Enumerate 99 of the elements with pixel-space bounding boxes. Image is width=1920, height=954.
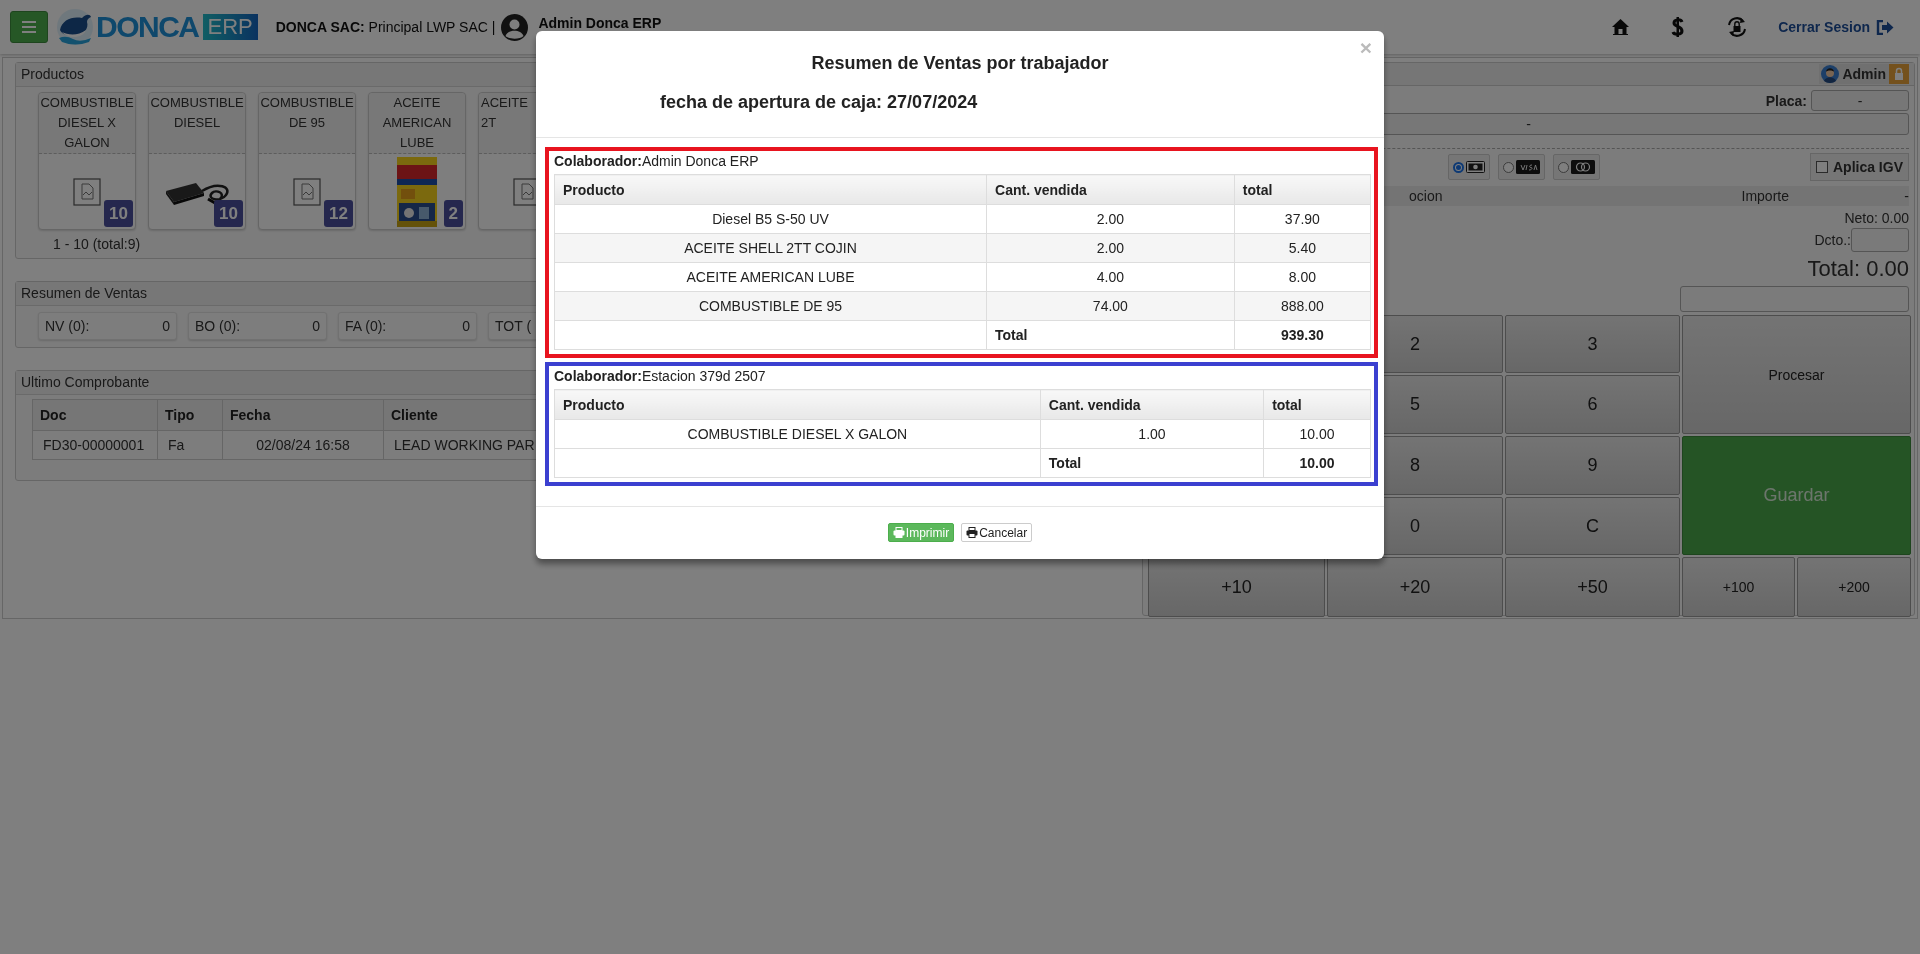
- opening-date: fecha de apertura de caja: 27/07/2024: [660, 91, 979, 114]
- menu-icon: [22, 21, 36, 33]
- column-header: ocion: [1409, 187, 1444, 206]
- table-cell: 8.00: [1288, 269, 1316, 285]
- pagination-label: 1 - 10 (total:9): [53, 236, 141, 252]
- brand-tag: ERP: [202, 14, 258, 40]
- dollar-icon: [1671, 16, 1685, 38]
- payment-option[interactable]: [1448, 154, 1490, 180]
- table-cell: 888.00: [1280, 298, 1324, 314]
- keypad-key[interactable]: 6: [1505, 375, 1680, 434]
- total-value: 939.30: [1280, 327, 1324, 343]
- product-card[interactable]: COMBUSTIBLE DIESEL X GALON 10: [38, 92, 136, 230]
- summary-label: TOT (: [495, 318, 532, 334]
- product-name: ACEITE AMERICAN LUBE: [369, 93, 465, 154]
- logout-link[interactable]: Cerrar Sesion: [1778, 19, 1894, 35]
- keypad-key[interactable]: 3: [1505, 315, 1680, 373]
- radio-button[interactable]: [1558, 161, 1569, 173]
- column-header: Fecha: [222, 399, 384, 431]
- keypad-key[interactable]: C: [1505, 497, 1680, 555]
- table-cell: ACEITE AMERICAN LUBE: [686, 269, 855, 285]
- column-header: total: [1234, 174, 1371, 205]
- stock-badge: 10: [104, 200, 133, 227]
- total-amount: Total: 0.00: [1807, 255, 1909, 283]
- company-label: DONCA SAC: Principal LWP SAC |: [275, 19, 496, 35]
- print-button[interactable]: Imprimir: [887, 523, 955, 542]
- table-cell: Diesel B5 S-50 UV: [712, 211, 829, 227]
- table-cell: 4.00: [1096, 269, 1124, 285]
- net-amount: Neto: 0.00: [1844, 210, 1909, 226]
- summary-label: FA (0):: [345, 318, 387, 334]
- whale-logo-icon: [56, 8, 94, 46]
- column-header: Cant. vendida: [986, 174, 1235, 205]
- column-header: -: [1903, 187, 1909, 206]
- avatar-icon: [501, 13, 529, 41]
- amount-field[interactable]: [1680, 286, 1909, 312]
- radio-button[interactable]: [1503, 161, 1514, 173]
- table-cell: 5.40: [1288, 240, 1316, 256]
- column-header: Importe: [1741, 187, 1789, 206]
- keypad-key[interactable]: +20: [1327, 557, 1503, 617]
- home-icon: [1612, 19, 1630, 35]
- lock-refresh-icon: [1726, 16, 1749, 38]
- cash-icon: [1466, 161, 1485, 173]
- sign-out-icon: [1876, 19, 1894, 35]
- card-icon: [1516, 160, 1540, 174]
- field-label: Dcto.:: [1814, 232, 1851, 248]
- printer-icon: [966, 527, 979, 538]
- stock-badge: 12: [324, 200, 353, 227]
- image-placeholder-icon: [73, 177, 101, 206]
- table-cell: 02/08/24 16:58: [222, 430, 384, 460]
- product-name: COMBUSTIBLE DIESEL: [149, 93, 245, 154]
- product-card[interactable]: COMBUSTIBLE DE 95 12: [258, 92, 356, 230]
- menu-button[interactable]: [10, 11, 48, 43]
- payment-option[interactable]: [1553, 154, 1600, 180]
- discount-field[interactable]: [1851, 228, 1909, 252]
- summary-label: BO (0):: [195, 318, 241, 334]
- keypad-key[interactable]: 9: [1505, 436, 1680, 495]
- igv-checkbox[interactable]: Aplica IGV: [1809, 153, 1909, 181]
- keypad-key[interactable]: +50: [1505, 557, 1680, 617]
- keypad-key[interactable]: +100: [1682, 557, 1795, 617]
- summary-value: 0: [312, 318, 320, 334]
- card-icon: [1571, 160, 1595, 174]
- user-name: Admin: [1842, 66, 1886, 82]
- product-name: COMBUSTIBLE DE 95: [259, 93, 355, 154]
- table-cell: 2.00: [1096, 211, 1124, 227]
- column-header: Cant. vendida: [1040, 389, 1264, 420]
- column-header: Producto: [554, 174, 987, 205]
- summary-value: 0: [462, 318, 470, 334]
- product-card[interactable]: COMBUSTIBLE DIESEL 10: [148, 92, 246, 230]
- table-cell: 37.90: [1284, 211, 1320, 227]
- image-placeholder-icon: [293, 177, 321, 206]
- total-label: Total: [1048, 455, 1082, 471]
- user-avatar-icon: [1821, 65, 1840, 83]
- column-header: Doc: [32, 399, 158, 431]
- brand-name: DONCA: [96, 10, 199, 44]
- user-name: Admin Donca ERP: [538, 15, 662, 31]
- radio-button[interactable]: [1453, 161, 1464, 173]
- column-header: Tipo: [157, 399, 223, 431]
- product-card[interactable]: ACEITE AMERICAN LUBE 2: [368, 92, 466, 230]
- column-header: Producto: [554, 389, 1041, 420]
- column-header: total: [1263, 389, 1371, 420]
- table-cell: 1.00: [1138, 426, 1166, 442]
- keypad-key[interactable]: +200: [1797, 557, 1911, 617]
- product-name: COMBUSTIBLE DIESEL X GALON: [39, 93, 135, 154]
- keypad-key[interactable]: +10: [1148, 557, 1325, 617]
- close-button[interactable]: ×: [1359, 37, 1372, 58]
- stock-badge: 10: [214, 200, 243, 227]
- summary-value: 0: [162, 318, 170, 334]
- stock-badge: 2: [443, 200, 463, 227]
- table-cell: FD30-00000001: [32, 430, 158, 460]
- plate-field[interactable]: -: [1811, 90, 1909, 111]
- table-cell: ACEITE SHELL 2TT COJIN: [684, 240, 857, 256]
- cancel-button[interactable]: Cancelar: [961, 523, 1033, 542]
- printer-icon: [892, 527, 905, 538]
- payment-option[interactable]: [1498, 154, 1545, 180]
- process-button[interactable]: Procesar: [1682, 315, 1911, 434]
- table-cell: Fa: [157, 430, 223, 460]
- table-cell: 2.00: [1096, 240, 1124, 256]
- summary-label: NV (0):: [45, 318, 90, 334]
- field-label: Placa:: [1765, 92, 1807, 109]
- total-label: Total: [995, 327, 1028, 343]
